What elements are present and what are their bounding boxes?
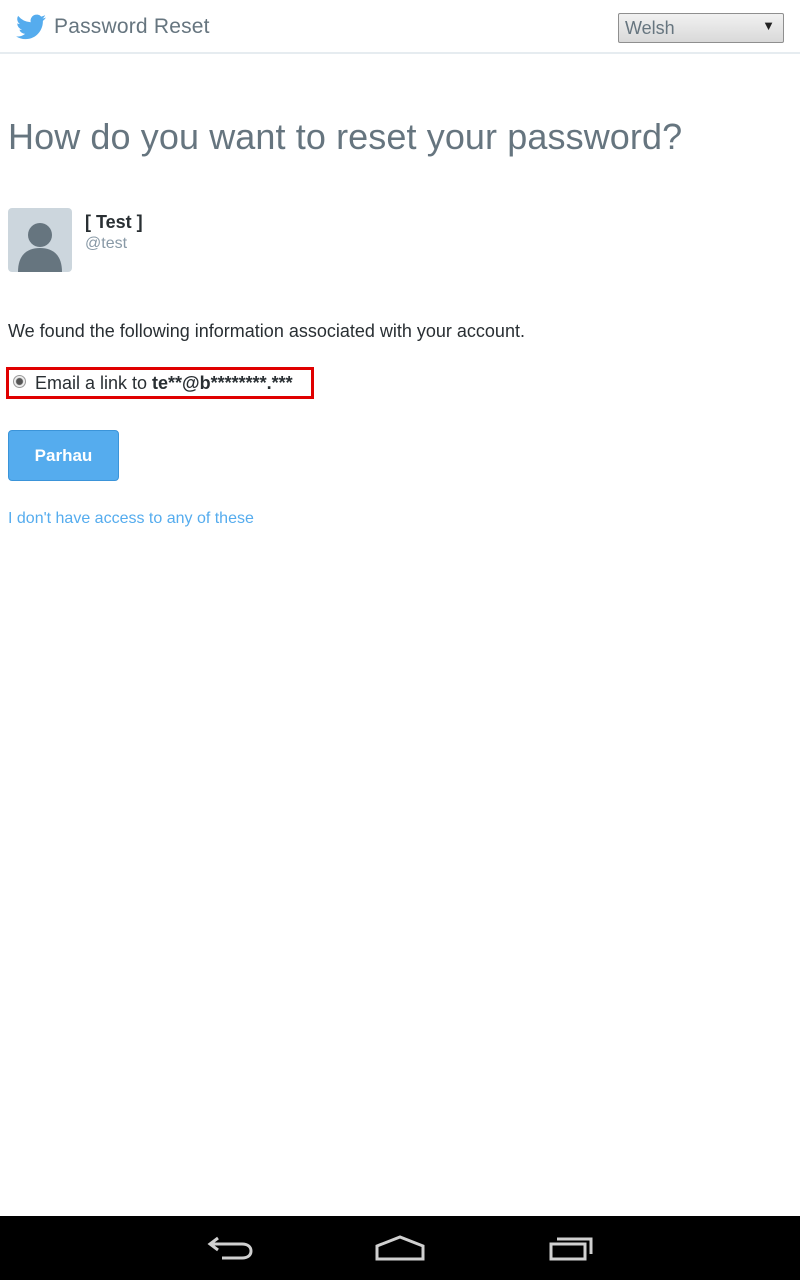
back-icon[interactable] (202, 1232, 258, 1264)
language-select-value: Welsh (625, 18, 675, 38)
masked-email: te**@b********.*** (152, 373, 293, 393)
android-nav-bar (0, 1216, 800, 1280)
recent-apps-icon[interactable] (543, 1232, 599, 1264)
twitter-bird-icon (16, 14, 46, 40)
email-reset-option[interactable]: Email a link to te**@b********.*** (6, 367, 314, 399)
triangle-down-icon: ▼ (762, 18, 775, 33)
default-user-icon (18, 223, 62, 272)
email-option-label[interactable]: Email a link to te**@b********.*** (35, 373, 293, 394)
home-icon[interactable] (372, 1232, 428, 1264)
continue-button[interactable]: Parhau (8, 430, 119, 481)
language-select[interactable]: Welsh ▼ (618, 13, 784, 43)
user-handle: @test (85, 235, 128, 252)
no-access-link[interactable]: I don't have access to any of these (8, 510, 254, 528)
email-option-prefix: Email a link to (35, 373, 153, 393)
app-header: Password Reset Welsh ▼ (0, 0, 800, 54)
avatar (8, 208, 72, 272)
user-display-name: [ Test ] (85, 212, 143, 232)
account-info-text: We found the following information assoc… (8, 321, 525, 341)
reset-heading: How do you want to reset your password? (8, 116, 683, 157)
page-title: Password Reset (54, 15, 210, 38)
email-option-radio[interactable] (13, 375, 26, 388)
